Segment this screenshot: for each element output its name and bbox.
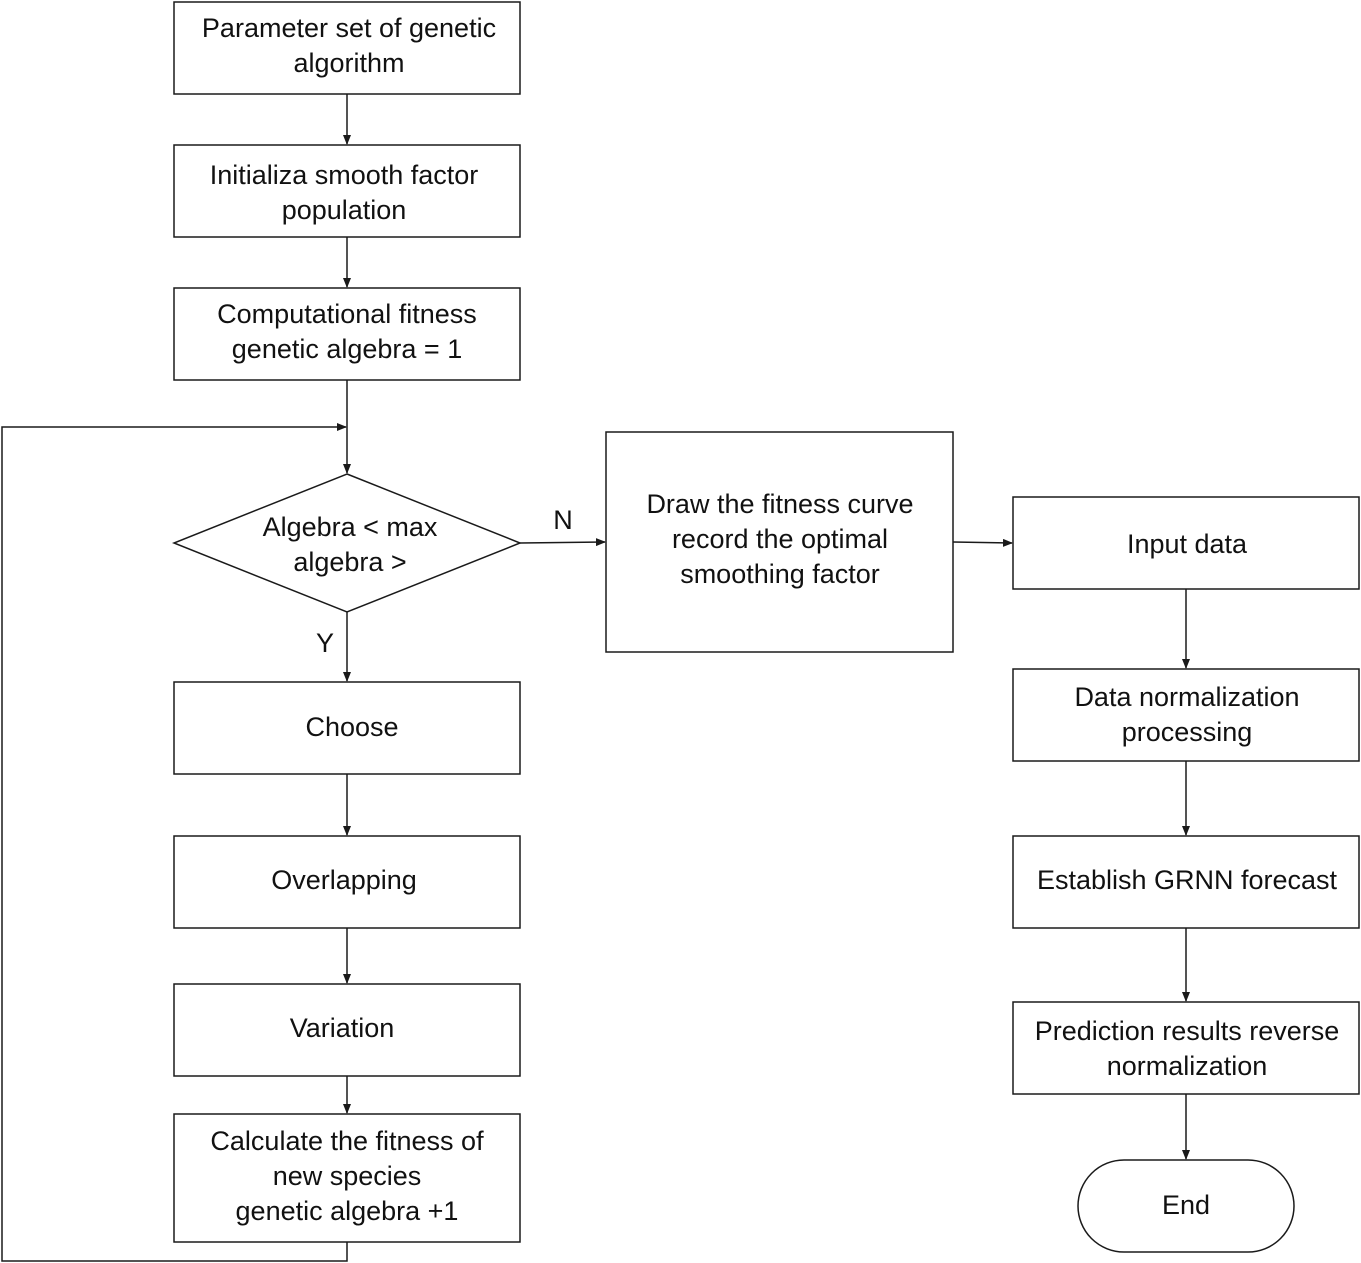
node-label: Input data <box>1127 529 1248 559</box>
edge-label-no: N <box>553 505 573 535</box>
node-label: Variation <box>290 1013 395 1043</box>
node-param-set: Parameter set of genetic algorithm <box>173 1 521 95</box>
node-grnn: Establish GRNN forecast <box>1012 835 1360 929</box>
node-label: Initializa smooth factor <box>210 160 479 190</box>
node-label: Data normalization <box>1074 682 1299 712</box>
node-input-data: Input data <box>1012 496 1360 590</box>
node-label: Draw the fitness curve <box>646 489 913 519</box>
node-label: End <box>1162 1190 1210 1220</box>
node-label: normalization <box>1107 1051 1268 1081</box>
node-label: Prediction results reverse <box>1035 1016 1340 1046</box>
connectors <box>1 94 1190 1262</box>
node-label: smoothing factor <box>680 559 880 589</box>
node-reverse-normalization: Prediction results reverse normalization <box>1012 1001 1360 1095</box>
node-end: End <box>1077 1159 1295 1253</box>
node-label: Parameter set of genetic <box>202 13 496 43</box>
node-label: new species <box>273 1161 422 1191</box>
node-label: genetic algebra = 1 <box>232 334 462 364</box>
node-label: genetic algebra +1 <box>236 1196 459 1226</box>
edge-label-yes: Y <box>316 628 334 658</box>
node-label: Algebra < max <box>263 512 438 542</box>
node-label: Establish GRNN forecast <box>1037 865 1338 895</box>
node-choose: Choose <box>173 681 521 775</box>
node-label: processing <box>1122 717 1253 747</box>
node-computational-fitness: Computational fitness genetic algebra = … <box>173 287 521 381</box>
node-label: Choose <box>305 712 398 742</box>
node-init-population: Initializa smooth factor population <box>173 144 521 238</box>
node-label: Calculate the fitness of <box>210 1126 484 1156</box>
node-decision: Algebra < max algebra > <box>171 473 523 613</box>
node-label: Overlapping <box>271 865 417 895</box>
node-normalization: Data normalization processing <box>1012 668 1360 762</box>
node-label: population <box>282 195 407 225</box>
node-draw-curve: Draw the fitness curve record the optima… <box>605 431 954 653</box>
node-label: Computational fitness <box>217 299 477 329</box>
node-calc-fitness: Calculate the fitness of new species gen… <box>173 1113 521 1243</box>
node-overlapping: Overlapping <box>173 835 521 929</box>
node-label: record the optimal <box>672 524 888 554</box>
flowchart: N Y Parameter set of genetic algorithm I… <box>1 1 1360 1262</box>
node-label: algebra > <box>293 547 406 577</box>
node-variation: Variation <box>173 983 521 1077</box>
node-label: algorithm <box>293 48 404 78</box>
